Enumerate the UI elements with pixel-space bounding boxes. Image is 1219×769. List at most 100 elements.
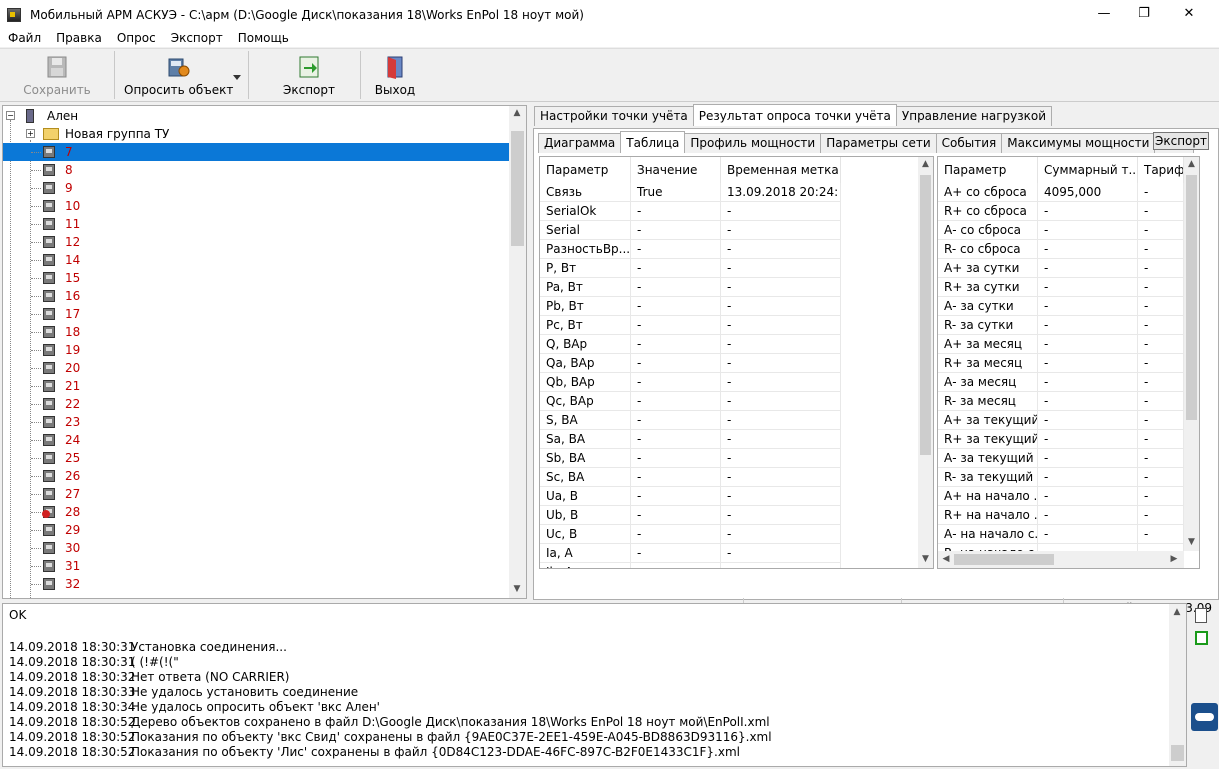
remote-control-icon[interactable] <box>1191 703 1218 731</box>
table-row[interactable]: S, ВА - - <box>540 411 841 430</box>
table-row[interactable]: Serial - - <box>540 221 841 240</box>
table-row[interactable]: Sa, ВА - - <box>540 430 841 449</box>
energy-table[interactable]: Параметр Суммарный т... Тариф А+ со сбро… <box>937 156 1200 569</box>
table-row[interactable]: А+ за сутки - - <box>938 259 1184 278</box>
tree-item[interactable]: 25 <box>3 449 509 467</box>
menu-poll[interactable]: Опрос <box>109 31 163 45</box>
save-button[interactable]: Сохранить <box>20 51 94 99</box>
table-row[interactable]: Pc, Вт - - <box>540 316 841 335</box>
tab-meter-settings[interactable]: Настройки точки учёта <box>534 106 694 126</box>
restore-button[interactable]: ❐ <box>1121 0 1167 29</box>
table-row[interactable]: Ua, В-- <box>540 487 841 506</box>
collapse-icon[interactable]: − <box>6 111 15 120</box>
tree-item[interactable]: 17 <box>3 305 509 323</box>
table-row[interactable]: А+ за текущий - - <box>938 411 1184 430</box>
tree-scrollbar[interactable]: ▲ ▼ <box>509 106 526 598</box>
table-row[interactable]: R- за текущий - - <box>938 468 1184 487</box>
tab-events[interactable]: События <box>935 133 1003 153</box>
scroll-up-icon[interactable]: ▲ <box>1169 607 1185 617</box>
tree-item[interactable]: 10 <box>3 197 509 215</box>
tree-root[interactable]: − Ален <box>3 107 509 125</box>
tree-item[interactable]: 30 <box>3 539 509 557</box>
table-row[interactable]: А- за текущий г-- <box>938 449 1184 468</box>
poll-object-button[interactable]: Опросить объект <box>124 51 233 99</box>
table-row[interactable]: P, Вт - - <box>540 259 841 278</box>
tab-load-control[interactable]: Управление нагрузкой <box>895 106 1052 126</box>
table-row[interactable]: R+ за текущий...-- <box>938 430 1184 449</box>
close-button[interactable]: ✕ <box>1166 0 1212 29</box>
table-row[interactable]: Q, ВАр - - <box>540 335 841 354</box>
tree-item[interactable]: 15 <box>3 269 509 287</box>
table-row[interactable]: А+ на начало ... - - <box>938 487 1184 506</box>
tree-item[interactable]: 24 <box>3 431 509 449</box>
object-tree[interactable]: − Ален + Новая группа ТУ 7 8 9 10 11 12 14 15 16… <box>2 105 527 599</box>
scroll-thumb[interactable] <box>511 131 524 246</box>
table-row[interactable]: R+ со сброса - - <box>938 202 1184 221</box>
table-row[interactable]: Qc, ВАр - - <box>540 392 841 411</box>
table-row[interactable]: А- со сброса - - <box>938 221 1184 240</box>
scroll-down-icon[interactable]: ▼ <box>1184 537 1199 547</box>
table-row[interactable]: Sb, ВА - - <box>540 449 841 468</box>
table-row[interactable]: А- за сутки - - <box>938 297 1184 316</box>
tab-network-params[interactable]: Параметры сети <box>820 133 937 153</box>
params-table-scrollbar[interactable]: ▲ ▼ <box>918 157 933 568</box>
column-header[interactable]: Параметр <box>938 157 1038 183</box>
scroll-thumb[interactable] <box>1186 175 1197 420</box>
tree-item[interactable]: 8 <box>3 161 509 179</box>
energy-table-vscrollbar[interactable]: ▲ ▼ <box>1184 157 1199 551</box>
column-header[interactable]: Тариф <box>1138 157 1184 183</box>
column-header[interactable]: Параметр <box>540 157 631 183</box>
tree-item[interactable]: 19 <box>3 341 509 359</box>
export-table-button[interactable]: Экспорт <box>1153 132 1209 150</box>
params-table[interactable]: Параметр Значение Временная метка Связь T… <box>539 156 934 569</box>
scroll-thumb[interactable] <box>1171 745 1184 761</box>
menu-help[interactable]: Помощь <box>230 31 296 45</box>
table-row[interactable]: А+ со сброса 4095,000- <box>938 183 1184 202</box>
scroll-thumb[interactable] <box>920 175 931 455</box>
scroll-up-icon[interactable]: ▲ <box>509 108 525 118</box>
table-row[interactable]: Qb, ВАр - - <box>540 373 841 392</box>
table-row[interactable]: Ib, А-- <box>540 563 841 568</box>
table-row[interactable]: А+ за месяц - - <box>938 335 1184 354</box>
table-row[interactable]: Uc, В-- <box>540 525 841 544</box>
table-row[interactable]: А- на начало с... - - <box>938 525 1184 544</box>
menu-file[interactable]: Файл <box>0 31 48 45</box>
table-row[interactable]: R- за сутки - - <box>938 316 1184 335</box>
scroll-down-icon[interactable]: ▼ <box>509 584 525 594</box>
tree-item[interactable]: 32 <box>3 575 509 593</box>
tree-item[interactable]: 22 <box>3 395 509 413</box>
tree-item[interactable]: 28 <box>3 503 509 521</box>
menu-edit[interactable]: Правка <box>48 31 109 45</box>
tab-power-profile[interactable]: Профиль мощности <box>684 133 822 153</box>
tab-power-maximums[interactable]: Максимумы мощности <box>1001 133 1156 153</box>
expand-icon[interactable]: + <box>26 129 35 138</box>
scroll-up-icon[interactable]: ▲ <box>918 159 933 169</box>
new-document-icon[interactable] <box>1195 608 1207 623</box>
tree-item[interactable]: 9 <box>3 179 509 197</box>
scroll-left-icon[interactable]: ◀ <box>938 554 954 564</box>
scroll-down-icon[interactable]: ▼ <box>918 554 933 564</box>
column-header[interactable]: Временная метка <box>721 157 841 183</box>
tree-item[interactable]: 31 <box>3 557 509 575</box>
menu-export[interactable]: Экспорт <box>163 31 230 45</box>
scroll-thumb[interactable] <box>954 554 1054 565</box>
table-row[interactable]: Pb, Вт - - <box>540 297 841 316</box>
tree-item[interactable]: 7 <box>3 143 509 161</box>
tree-group[interactable]: + Новая группа ТУ <box>3 125 509 143</box>
tree-item[interactable]: 18 <box>3 323 509 341</box>
green-save-icon[interactable] <box>1195 631 1208 645</box>
table-row[interactable]: R+ за месяц - - <box>938 354 1184 373</box>
column-header[interactable]: Значение <box>631 157 721 183</box>
table-row[interactable]: Sc, ВА - - <box>540 468 841 487</box>
log-scrollbar[interactable]: ▲ <box>1169 604 1186 766</box>
table-row[interactable]: R- за месяц - - <box>938 392 1184 411</box>
table-row[interactable]: R- со сброса - - <box>938 240 1184 259</box>
table-row[interactable]: R+ за сутки - - <box>938 278 1184 297</box>
tree-item[interactable]: 26 <box>3 467 509 485</box>
table-row[interactable]: R+ на начало ... - - <box>938 506 1184 525</box>
log-panel[interactable]: OK 14.09.2018 18:30:31Установка соединен… <box>2 603 1187 767</box>
tree-item[interactable]: 20 <box>3 359 509 377</box>
table-row[interactable]: Ub, В-- <box>540 506 841 525</box>
tab-diagram[interactable]: Диаграмма <box>538 133 622 153</box>
scroll-up-icon[interactable]: ▲ <box>1184 159 1199 169</box>
